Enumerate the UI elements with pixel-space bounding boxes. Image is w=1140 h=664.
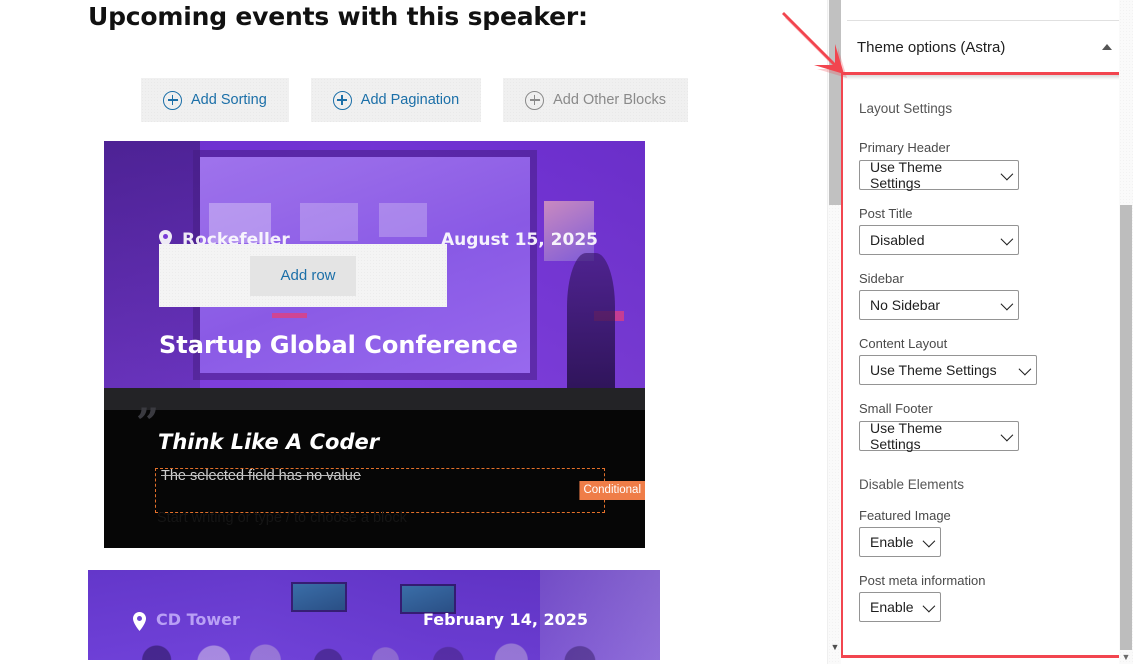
select-post-meta-information-value: Enable: [870, 599, 914, 615]
quote-block[interactable]: ” Think Like A Coder The selected field …: [104, 388, 645, 548]
chevron-down-icon: [1000, 297, 1014, 310]
chevron-down-icon: [1018, 362, 1032, 375]
field-label-post-title: Post Title: [859, 206, 913, 221]
add-sorting-label: Add Sorting: [191, 92, 267, 108]
chevron-down-icon: [1000, 428, 1014, 441]
chevron-up-icon[interactable]: [1102, 44, 1112, 50]
event-date: August 15, 2025: [440, 230, 598, 250]
select-small-footer-value: Use Theme Settings: [870, 420, 943, 452]
section-heading-layout-settings: Layout Settings: [859, 101, 953, 116]
event-venue-label: CD Tower: [156, 610, 240, 629]
decorative-accent: [272, 313, 307, 318]
status-badge: Conditional: [579, 481, 645, 500]
add-pagination-button[interactable]: Add Pagination: [310, 78, 482, 122]
window-right-edge: [1133, 0, 1140, 664]
chevron-down-icon: [922, 534, 936, 547]
add-other-blocks-label: Add Other Blocks: [553, 92, 666, 108]
add-pagination-label: Add Pagination: [360, 92, 460, 108]
plus-circle-icon: [332, 90, 352, 110]
field-label-featured-image: Featured Image: [859, 508, 951, 523]
add-row-label: Add row: [280, 267, 336, 284]
block-placeholder-text[interactable]: Start writing or type / to choose a bloc…: [157, 510, 407, 526]
field-label-sidebar: Sidebar: [859, 271, 904, 286]
select-featured-image-value: Enable: [870, 534, 914, 550]
select-sidebar[interactable]: No Sidebar: [859, 290, 1019, 320]
panel-title: Theme options (Astra): [857, 38, 1006, 56]
field-label-small-footer: Small Footer: [859, 401, 933, 416]
chevron-down-icon: [922, 599, 936, 612]
quote-mark-icon: ”: [136, 400, 160, 447]
add-other-blocks-button[interactable]: Add Other Blocks: [503, 78, 688, 122]
event-card[interactable]: CD Tower February 14, 2025: [88, 570, 660, 660]
event-date: February 14, 2025: [423, 610, 588, 629]
browser-scrollbar-thumb[interactable]: [1120, 205, 1132, 650]
plus-circle-icon: [163, 90, 182, 110]
conditional-empty-message: The selected field has no value: [161, 468, 361, 484]
select-primary-header[interactable]: Use Theme Settings: [859, 159, 1019, 191]
chevron-down-icon: [1000, 232, 1014, 245]
map-pin-icon: [133, 612, 146, 631]
scroll-down-arrow-icon[interactable]: ▼: [1119, 650, 1133, 664]
decorative-screen: [402, 586, 454, 612]
select-sidebar-value: No Sidebar: [870, 297, 941, 313]
event-title: Startup Global Conference: [159, 331, 518, 359]
panel-body: Layout Settings Primary Header Use Theme…: [843, 75, 1128, 655]
canvas-scrollbar[interactable]: ▼: [827, 0, 841, 664]
select-content-layout-value: Use Theme Settings: [870, 362, 997, 378]
field-label-primary-header: Primary Header: [859, 140, 951, 155]
select-small-footer[interactable]: Use Theme Settings: [859, 420, 1019, 452]
block-top-strip: [104, 388, 645, 410]
decorative-speaker: [567, 253, 615, 388]
plus-circle-icon: [525, 90, 545, 110]
select-featured-image[interactable]: Enable: [859, 527, 941, 557]
decorative-thumb: [379, 203, 427, 237]
editor-canvas: Upcoming events with this speaker: Add S…: [0, 0, 827, 664]
select-post-title-value: Disabled: [870, 232, 925, 248]
panel-inner-shadow: [843, 75, 1128, 80]
add-row-overlay: Add row: [159, 244, 447, 307]
page-title: Upcoming events with this speaker:: [88, 2, 588, 31]
chevron-down-icon: [1000, 167, 1014, 180]
quote-title: Think Like A Coder: [158, 430, 380, 454]
select-primary-header-value: Use Theme Settings: [870, 159, 943, 191]
decorative-screen: [293, 584, 345, 610]
select-post-title[interactable]: Disabled: [859, 225, 1019, 255]
add-row-button[interactable]: Add row: [250, 255, 356, 296]
theme-options-panel: Theme options (Astra) Layout Settings Pr…: [841, 0, 1140, 664]
select-post-meta-information[interactable]: Enable: [859, 592, 941, 622]
field-label-post-meta-information: Post meta information: [859, 573, 986, 588]
section-heading-disable-elements: Disable Elements: [859, 477, 965, 492]
add-block-toolbar: Add Sorting Add Pagination Add Other Blo…: [141, 78, 688, 122]
browser-scrollbar[interactable]: ▼: [1119, 0, 1133, 664]
select-content-layout[interactable]: Use Theme Settings: [859, 355, 1037, 385]
field-label-content-layout: Content Layout: [859, 336, 948, 351]
panel-header-theme-options[interactable]: Theme options (Astra): [841, 21, 1128, 73]
annotation-arrow-icon: [782, 12, 847, 78]
scroll-down-arrow-icon[interactable]: ▼: [828, 640, 842, 654]
event-venue: CD Tower: [133, 610, 240, 631]
add-sorting-button[interactable]: Add Sorting: [141, 78, 289, 122]
